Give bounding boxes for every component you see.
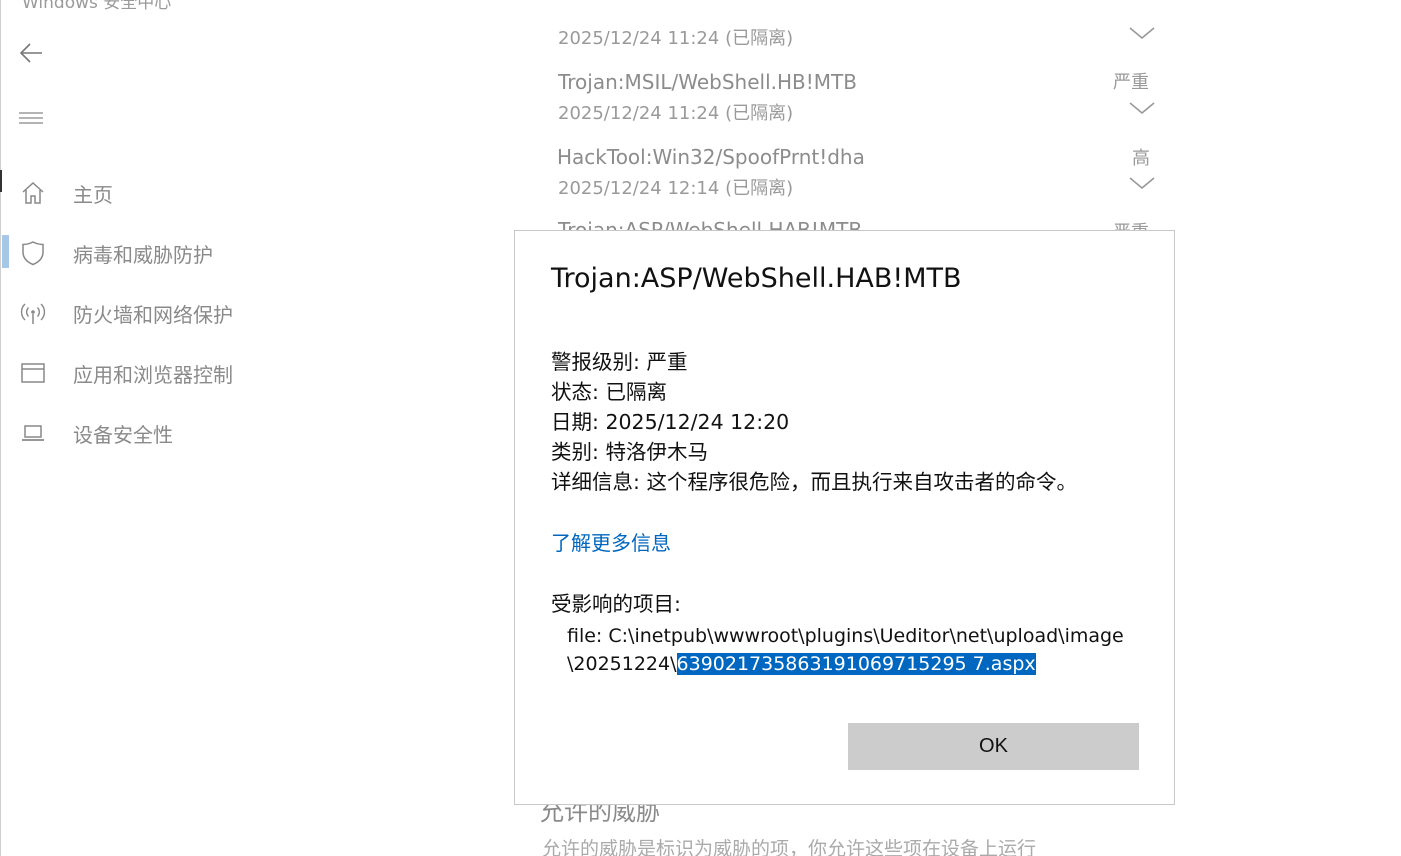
affected-file-path[interactable]: file: C:\inetpub\wwwroot\plugins\Ueditor… <box>567 625 1124 647</box>
category-row: 类别: 特洛伊木马 <box>551 437 1077 467</box>
sidebar-item-label: 主页 <box>73 183 113 207</box>
sidebar-item-firewall[interactable]: 防火墙和网络保护 <box>0 292 300 332</box>
threat-severity: 严重 <box>1113 218 1149 230</box>
chevron-down-icon[interactable] <box>1128 175 1156 191</box>
sidebar-item-app-browser[interactable]: 应用和浏览器控制 <box>0 352 300 392</box>
threat-details-dialog: Trojan:ASP/WebShell.HAB!MTB 警报级别: 严重 状态:… <box>514 230 1175 805</box>
sidebar-item-label: 设备安全性 <box>73 423 173 447</box>
alert-level-label: 警报级别: <box>551 350 640 374</box>
threat-timestamp: 2025/12/24 11:24 (已隔离) <box>558 103 794 124</box>
laptop-icon <box>22 425 44 441</box>
details-row: 详细信息: 这个程序很危险，而且执行来自攻击者的命令。 <box>551 467 1077 497</box>
affected-file-path-continued[interactable]: \20251224\639021735863191069715295 7.asp… <box>567 653 1036 675</box>
alert-level-row: 警报级别: 严重 <box>551 347 1077 377</box>
file-path-prefix: \20251224\ <box>567 653 677 675</box>
date-row: 日期: 2025/12/24 12:20 <box>551 407 1077 437</box>
threat-severity: 高 <box>1132 148 1150 169</box>
date-label: 日期: <box>551 410 599 434</box>
category-value: 特洛伊木马 <box>605 440 708 464</box>
threat-timestamp: 2025/12/24 11:24 (已隔离) <box>558 28 794 49</box>
category-label: 类别: <box>551 440 599 464</box>
threat-name: HackTool:Win32/SpoofPrnt!dha <box>557 145 865 169</box>
sidebar-item-virus-protection[interactable]: 病毒和威胁防护 <box>0 232 300 272</box>
sidebar-item-label: 防火墙和网络保护 <box>73 303 233 327</box>
details-value: 这个程序很危险，而且执行来自攻击者的命令。 <box>646 470 1077 494</box>
affected-items-label: 受影响的项目: <box>551 592 681 616</box>
section-description: 允许的威胁是标识为威胁的项，你允许这些项在设备上运行 <box>542 838 1037 856</box>
browser-window-icon <box>21 363 45 383</box>
status-row: 状态: 已隔离 <box>551 377 1077 407</box>
status-value: 已隔离 <box>605 380 667 404</box>
sidebar-item-device-security[interactable]: 设备安全性 <box>0 412 300 452</box>
chevron-down-icon[interactable] <box>1128 25 1156 41</box>
sidebar-item-label: 病毒和威胁防护 <box>73 243 213 267</box>
status-label: 状态: <box>551 380 599 404</box>
sidebar-item-home[interactable]: 主页 <box>0 172 300 212</box>
menu-button[interactable] <box>16 104 48 132</box>
selected-file-name: 639021735863191069715295 7.aspx <box>676 653 1036 675</box>
wireless-icon <box>20 303 46 324</box>
app-title: Windows 安全中心 <box>22 0 172 13</box>
back-arrow-icon <box>19 43 42 63</box>
chevron-down-icon[interactable] <box>1128 100 1156 116</box>
sidebar-item-label: 应用和浏览器控制 <box>73 363 233 387</box>
threat-name: Trojan:MSIL/WebShell.HB!MTB <box>558 70 857 94</box>
threat-timestamp: 2025/12/24 12:14 (已隔离) <box>558 178 794 199</box>
dialog-title: Trojan:ASP/WebShell.HAB!MTB <box>551 263 962 294</box>
threat-severity: 严重 <box>1113 72 1149 93</box>
alert-level-value: 严重 <box>646 350 688 374</box>
threat-info: 警报级别: 严重 状态: 已隔离 日期: 2025/12/24 12:20 类别… <box>551 347 1077 497</box>
shield-icon <box>22 241 44 266</box>
date-value: 2025/12/24 12:20 <box>605 410 790 434</box>
threat-row-clipped: Trojan:ASP/WebShell.HAB!MTB 严重 <box>555 214 1175 230</box>
learn-more-link[interactable]: 了解更多信息 <box>551 527 671 556</box>
back-button[interactable] <box>16 38 48 68</box>
details-label: 详细信息: <box>551 470 640 494</box>
home-icon <box>22 181 44 204</box>
ok-button[interactable]: OK <box>848 723 1139 770</box>
hamburger-icon <box>19 112 43 124</box>
threat-name: Trojan:ASP/WebShell.HAB!MTB <box>558 218 863 230</box>
